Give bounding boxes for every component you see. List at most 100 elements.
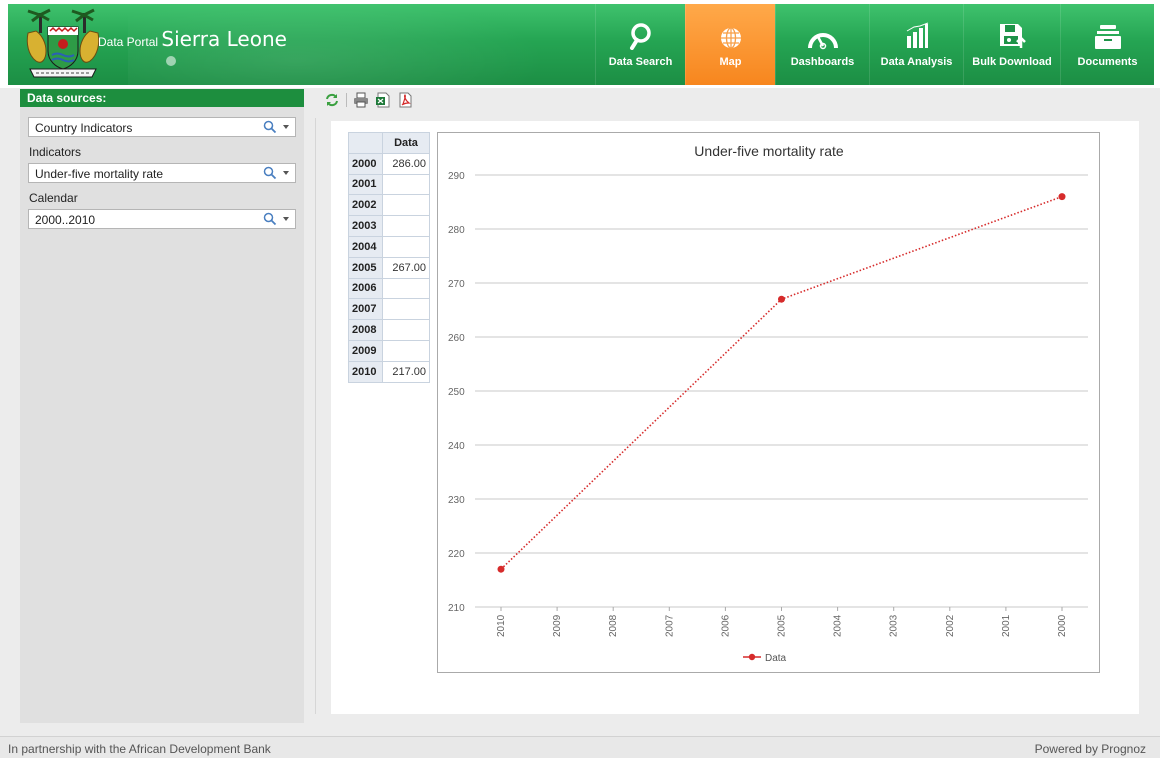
row-value[interactable] bbox=[382, 215, 430, 237]
table-row: 2001 bbox=[348, 173, 430, 196]
row-year[interactable]: 2001 bbox=[348, 173, 383, 196]
row-value[interactable] bbox=[382, 277, 430, 300]
floppy-download-icon bbox=[998, 18, 1026, 50]
row-value[interactable] bbox=[382, 173, 430, 196]
row-value[interactable] bbox=[382, 235, 430, 258]
indicator-value: Under-five mortality rate bbox=[35, 167, 164, 181]
row-value[interactable] bbox=[382, 194, 430, 217]
footer: In partnership with the African Developm… bbox=[0, 736, 1160, 758]
brand-dot bbox=[166, 56, 176, 66]
nav-data-analysis[interactable]: Data Analysis bbox=[869, 4, 963, 85]
row-value[interactable] bbox=[382, 339, 430, 362]
data-point bbox=[497, 565, 505, 573]
nav-dashboards[interactable]: Dashboards bbox=[775, 4, 869, 85]
nav-label: Data Search bbox=[608, 56, 673, 68]
row-value[interactable]: 217.00 bbox=[382, 360, 430, 383]
row-year[interactable]: 2007 bbox=[348, 298, 383, 321]
table-row: 2005 267.00 bbox=[348, 256, 430, 279]
row-year[interactable]: 2009 bbox=[348, 339, 383, 362]
x-tick-label: 2010 bbox=[496, 614, 507, 637]
nav-label: Bulk Download bbox=[972, 56, 1052, 68]
row-year[interactable]: 2002 bbox=[348, 194, 383, 217]
coat-of-arms-icon[interactable] bbox=[22, 7, 104, 81]
chevron-down-icon[interactable] bbox=[283, 171, 289, 175]
x-tick-label: 2008 bbox=[608, 614, 619, 637]
calendar-label: Calendar bbox=[29, 191, 78, 205]
x-tick-label: 2002 bbox=[945, 614, 956, 637]
brand-title[interactable]: Data Portal Sierra Leone bbox=[98, 27, 287, 51]
row-value[interactable] bbox=[382, 298, 430, 321]
row-year[interactable]: 2005 bbox=[348, 256, 383, 279]
footer-powered-by: Powered by Prognoz bbox=[1034, 742, 1146, 756]
panel-splitter[interactable] bbox=[315, 118, 316, 714]
table-row: 2002 bbox=[348, 194, 430, 217]
x-tick-label: 2000 bbox=[1057, 614, 1068, 637]
y-tick-label: 250 bbox=[448, 387, 465, 398]
y-tick-label: 290 bbox=[448, 171, 465, 182]
excel-export-button[interactable] bbox=[375, 92, 391, 108]
documents-icon bbox=[1094, 18, 1122, 50]
excel-export-icon bbox=[376, 92, 390, 108]
table-column-header[interactable]: Data bbox=[382, 132, 430, 154]
nav-label: Map bbox=[719, 56, 742, 68]
row-year[interactable]: 2004 bbox=[348, 235, 383, 258]
table-row: 2010 217.00 bbox=[348, 360, 430, 383]
refresh-icon bbox=[326, 93, 338, 107]
nav-data-search[interactable]: Data Search bbox=[595, 4, 685, 85]
y-tick-label: 260 bbox=[448, 333, 465, 344]
search-icon[interactable] bbox=[263, 212, 277, 226]
calendar-select[interactable]: 2000..2010 bbox=[28, 209, 296, 229]
table-row: 2008 bbox=[348, 319, 430, 341]
data-table: Data 2000 286.00 2001 2002 2003 2004 2005 267.0… bbox=[348, 132, 430, 383]
indicator-select[interactable]: Under-five mortality rate bbox=[28, 163, 296, 183]
line-chart: Under-five mortality rate 210 220 230 240 250… bbox=[437, 132, 1100, 673]
x-tick-label: 2004 bbox=[833, 614, 844, 637]
chart-svg: Under-five mortality rate 210 220 230 240 250… bbox=[448, 143, 1088, 664]
y-tick-label: 210 bbox=[448, 603, 465, 614]
row-value[interactable] bbox=[382, 319, 430, 341]
globe-icon bbox=[719, 18, 743, 50]
nav-documents[interactable]: Documents bbox=[1060, 4, 1154, 85]
table-row: 2000 286.00 bbox=[348, 152, 430, 175]
sidebar: Data sources: Country Indicators Indicat… bbox=[20, 89, 304, 723]
row-year[interactable]: 2006 bbox=[348, 277, 383, 300]
y-tick-label: 220 bbox=[448, 549, 465, 560]
chevron-down-icon[interactable] bbox=[283, 217, 289, 221]
row-value[interactable]: 267.00 bbox=[382, 256, 430, 279]
search-icon[interactable] bbox=[263, 166, 277, 180]
chevron-down-icon[interactable] bbox=[283, 125, 289, 129]
gauge-icon bbox=[807, 18, 839, 50]
y-tick-label: 270 bbox=[448, 279, 465, 290]
pdf-export-button[interactable] bbox=[397, 92, 413, 108]
legend-label: Data bbox=[765, 653, 787, 664]
pdf-export-icon bbox=[399, 92, 412, 108]
refresh-button[interactable] bbox=[324, 92, 340, 108]
table-row: 2006 bbox=[348, 277, 430, 300]
data-point bbox=[778, 295, 785, 303]
data-source-select[interactable]: Country Indicators bbox=[28, 117, 296, 137]
nav-bulk-download[interactable]: Bulk Download bbox=[963, 4, 1060, 85]
row-year[interactable]: 2003 bbox=[348, 215, 383, 237]
nav-label: Documents bbox=[1077, 56, 1138, 68]
nav-map[interactable]: Map bbox=[685, 4, 775, 85]
table-row: 2003 bbox=[348, 215, 430, 237]
brand-big: Sierra Leone bbox=[161, 27, 287, 51]
search-icon bbox=[628, 18, 654, 50]
row-year[interactable]: 2008 bbox=[348, 319, 383, 341]
search-icon[interactable] bbox=[263, 120, 277, 134]
print-button[interactable] bbox=[353, 92, 369, 108]
chart-title: Under-five mortality rate bbox=[694, 143, 844, 159]
legend-swatch-dot bbox=[748, 653, 756, 661]
table-corner bbox=[348, 132, 383, 154]
series-line bbox=[500, 195, 1063, 570]
toolbar-separator bbox=[346, 93, 347, 107]
x-tick-label: 2001 bbox=[1001, 614, 1012, 637]
row-year[interactable]: 2000 bbox=[348, 152, 383, 175]
toolbar bbox=[324, 91, 413, 109]
main-nav: Data Search Map Dashboards Data Analysis bbox=[595, 4, 1154, 85]
row-year[interactable]: 2010 bbox=[348, 360, 383, 383]
x-tick-label: 2007 bbox=[664, 614, 675, 637]
y-tick-label: 230 bbox=[448, 495, 465, 506]
table-row: 2009 bbox=[348, 339, 430, 362]
row-value[interactable]: 286.00 bbox=[382, 152, 430, 175]
